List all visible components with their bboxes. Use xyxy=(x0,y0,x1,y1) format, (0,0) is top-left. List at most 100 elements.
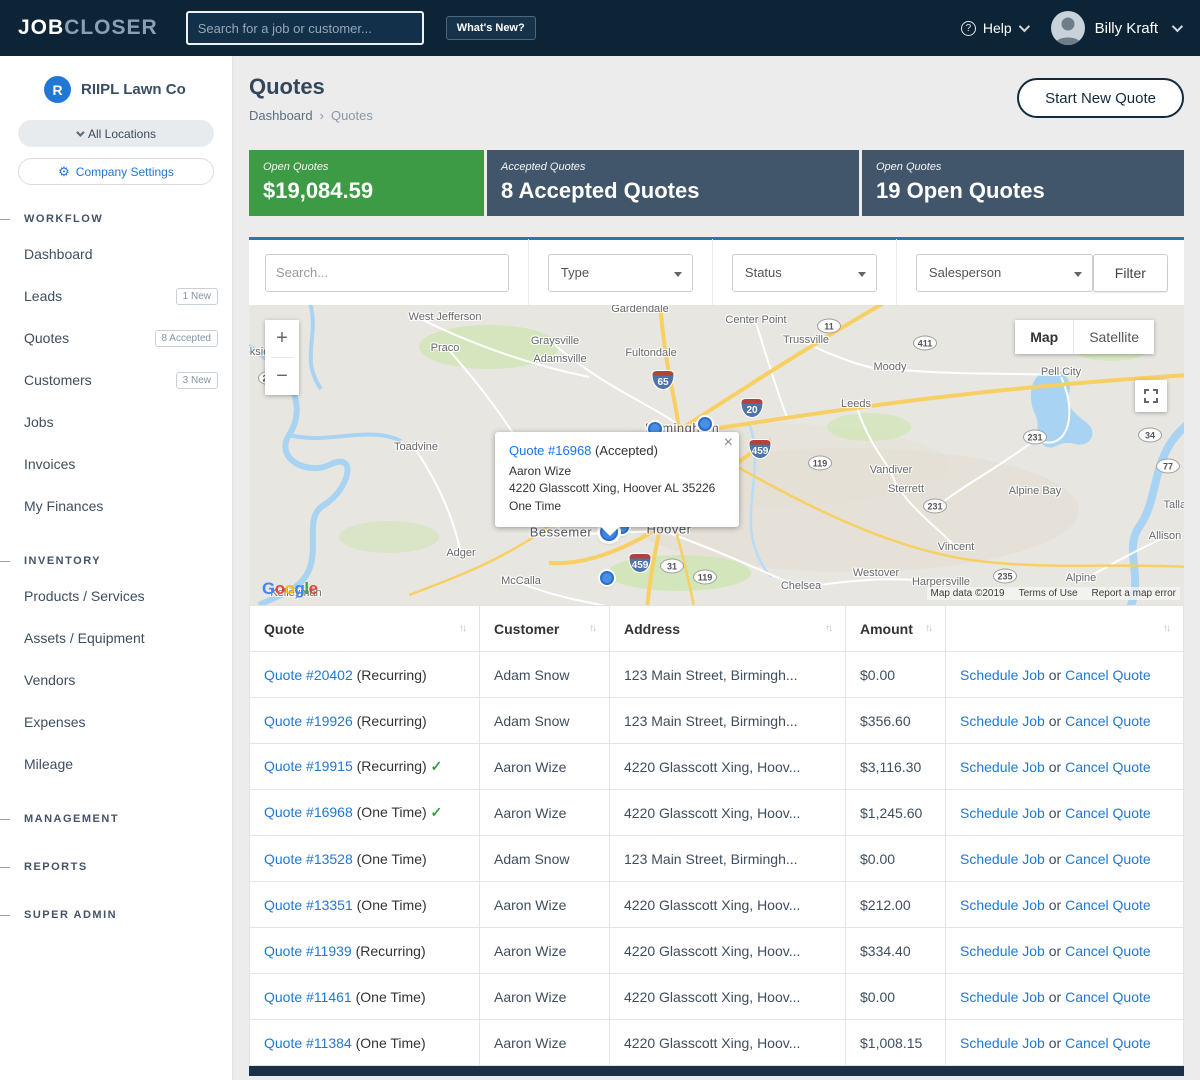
header-amount[interactable]: Amount↑↓ xyxy=(846,606,946,652)
header-quote[interactable]: Quote↑↓ xyxy=(250,606,480,652)
or-text: or xyxy=(1049,943,1061,959)
info-quote-link[interactable]: Quote #16968 xyxy=(509,443,591,458)
sidebar-item-assets-equipment[interactable]: Assets / Equipment xyxy=(0,617,232,659)
sidebar-item-mileage[interactable]: Mileage xyxy=(0,743,232,785)
report-map-error-link[interactable]: Report a map error xyxy=(1092,588,1176,599)
map-type-map-button[interactable]: Map xyxy=(1015,320,1073,354)
company-settings-button[interactable]: ⚙ Company Settings xyxy=(18,158,214,185)
nav-label: Invoices xyxy=(24,456,75,472)
sort-icon[interactable]: ↑↓ xyxy=(589,623,595,634)
quote-link[interactable]: Quote #19926 xyxy=(264,713,353,729)
sidebar-item-products-services[interactable]: Products / Services xyxy=(0,575,232,617)
section-header-reports[interactable]: REPORTS xyxy=(0,853,232,881)
schedule-job-link[interactable]: Schedule Job xyxy=(960,759,1045,775)
quote-link[interactable]: Quote #11384 xyxy=(264,1035,352,1051)
quote-link[interactable]: Quote #19915 xyxy=(264,758,353,774)
sidebar-item-dashboard[interactable]: Dashboard xyxy=(0,233,232,275)
cancel-quote-link[interactable]: Cancel Quote xyxy=(1065,667,1151,683)
sidebar-item-quotes[interactable]: Quotes8 Accepted xyxy=(0,317,232,359)
logo-primary: JOB xyxy=(18,16,64,39)
zoom-out-button[interactable]: − xyxy=(265,358,299,395)
zoom-in-button[interactable]: + xyxy=(265,320,299,357)
quote-link[interactable]: Quote #11939 xyxy=(264,943,352,959)
map-type-satellite-button[interactable]: Satellite xyxy=(1074,320,1154,354)
cancel-quote-link[interactable]: Cancel Quote xyxy=(1065,897,1151,913)
sidebar-item-leads[interactable]: Leads1 New xyxy=(0,275,232,317)
close-icon[interactable]: × xyxy=(724,434,733,452)
page-header: Quotes Dashboard›Quotes Start New Quote xyxy=(249,74,1184,136)
google-logo[interactable]: Google xyxy=(262,579,318,599)
schedule-job-link[interactable]: Schedule Job xyxy=(960,989,1045,1005)
sort-icon[interactable]: ↑↓ xyxy=(1163,623,1169,634)
sort-icon[interactable]: ↑↓ xyxy=(825,623,831,634)
schedule-job-link[interactable]: Schedule Job xyxy=(960,1035,1045,1051)
map-marker[interactable] xyxy=(600,571,614,585)
sort-icon[interactable]: ↑↓ xyxy=(459,623,465,634)
amount-cell: $0.00 xyxy=(846,974,946,1020)
status-select[interactable]: Status xyxy=(732,254,877,292)
quote-link[interactable]: Quote #11461 xyxy=(264,989,352,1005)
quotes-search-input[interactable] xyxy=(265,254,509,292)
schedule-job-link[interactable]: Schedule Job xyxy=(960,943,1045,959)
cancel-quote-link[interactable]: Cancel Quote xyxy=(1065,851,1151,867)
fullscreen-button[interactable] xyxy=(1135,380,1167,412)
map-label: Center Point xyxy=(725,314,786,326)
type-select[interactable]: Type xyxy=(548,254,693,292)
company-avatar: R xyxy=(44,76,71,103)
sidebar-item-jobs[interactable]: Jobs xyxy=(0,401,232,443)
whats-new-button[interactable]: What's New? xyxy=(446,16,536,40)
app-logo[interactable]: JOBCLOSER xyxy=(18,16,158,40)
table-row: Quote #20402 (Recurring) Adam Snow 123 M… xyxy=(250,652,1184,698)
sidebar-item-vendors[interactable]: Vendors xyxy=(0,659,232,701)
customer-cell: Aaron Wize xyxy=(480,790,610,836)
sidebar-item-expenses[interactable]: Expenses xyxy=(0,701,232,743)
schedule-job-link[interactable]: Schedule Job xyxy=(960,713,1045,729)
user-name[interactable]: Billy Kraft xyxy=(1095,20,1158,37)
map[interactable]: Gardendale West Jefferson Praco Graysvil… xyxy=(249,305,1184,605)
breadcrumb-dashboard[interactable]: Dashboard xyxy=(249,108,313,123)
or-text: or xyxy=(1049,713,1061,729)
header-customer[interactable]: Customer↑↓ xyxy=(480,606,610,652)
schedule-job-link[interactable]: Schedule Job xyxy=(960,667,1045,683)
quote-type: (One Time) xyxy=(356,989,426,1005)
cancel-quote-link[interactable]: Cancel Quote xyxy=(1065,759,1151,775)
map-marker[interactable] xyxy=(698,417,712,431)
terms-of-use-link[interactable]: Terms of Use xyxy=(1019,588,1078,599)
global-search-input[interactable] xyxy=(186,11,424,45)
interstate-shield: 459 xyxy=(749,439,772,459)
user-avatar[interactable] xyxy=(1051,11,1085,45)
quote-link[interactable]: Quote #16968 xyxy=(264,804,353,820)
schedule-job-link[interactable]: Schedule Job xyxy=(960,851,1045,867)
route-shield: 34 xyxy=(1138,428,1162,443)
header-address[interactable]: Address↑↓ xyxy=(610,606,846,652)
quote-link[interactable]: Quote #13528 xyxy=(264,851,353,867)
amount-cell: $1,008.15 xyxy=(846,1020,946,1066)
all-locations-dropdown[interactable]: All Locations xyxy=(18,120,214,147)
help-menu[interactable]: ? Help xyxy=(961,20,1027,36)
header-actions[interactable]: ↑↓ xyxy=(946,606,1184,652)
section-header-super-admin[interactable]: SUPER ADMIN xyxy=(0,901,232,929)
nav-label: Jobs xyxy=(24,414,54,430)
map-label: Praco xyxy=(431,342,460,354)
sidebar-item-customers[interactable]: Customers3 New xyxy=(0,359,232,401)
section-header-management[interactable]: MANAGEMENT xyxy=(0,805,232,833)
cancel-quote-link[interactable]: Cancel Quote xyxy=(1065,943,1151,959)
cancel-quote-link[interactable]: Cancel Quote xyxy=(1065,989,1151,1005)
chevron-down-icon[interactable] xyxy=(1172,21,1183,32)
start-new-quote-button[interactable]: Start New Quote xyxy=(1017,78,1184,118)
quote-link[interactable]: Quote #13351 xyxy=(264,897,353,913)
schedule-job-link[interactable]: Schedule Job xyxy=(960,897,1045,913)
filter-button[interactable]: Filter xyxy=(1093,254,1168,292)
or-text: or xyxy=(1049,989,1061,1005)
cancel-quote-link[interactable]: Cancel Quote xyxy=(1065,805,1151,821)
sort-icon[interactable]: ↑↓ xyxy=(925,623,931,634)
filter-bar: Type Status Salesperson Filter xyxy=(249,237,1184,305)
quote-link[interactable]: Quote #20402 xyxy=(264,667,353,683)
sidebar-item-invoices[interactable]: Invoices xyxy=(0,443,232,485)
cancel-quote-link[interactable]: Cancel Quote xyxy=(1065,1035,1151,1051)
sidebar-item-my-finances[interactable]: My Finances xyxy=(0,485,232,527)
schedule-job-link[interactable]: Schedule Job xyxy=(960,805,1045,821)
all-locations-label: All Locations xyxy=(88,127,156,141)
salesperson-select[interactable]: Salesperson xyxy=(916,254,1093,292)
cancel-quote-link[interactable]: Cancel Quote xyxy=(1065,713,1151,729)
